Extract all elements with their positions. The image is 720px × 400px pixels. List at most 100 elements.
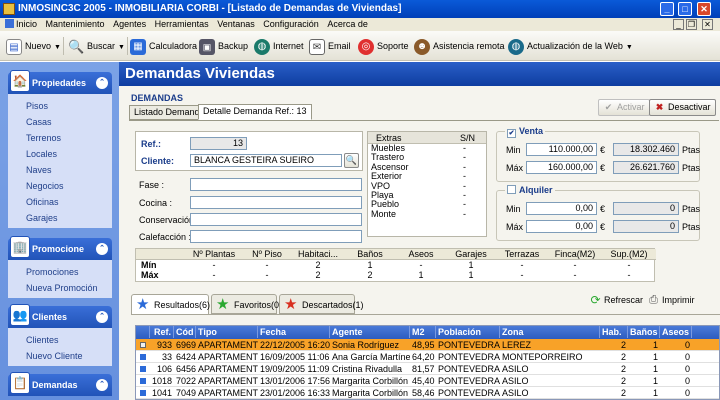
table-row[interactable]: 10187022APARTAMENTO13/01/2006 17:56Marga…	[136, 375, 719, 387]
alquiler-min-field[interactable]: 0,00	[526, 202, 597, 215]
backup-button[interactable]: ▣ Backup	[199, 37, 248, 55]
actualizacion-web-button[interactable]: ◍ Actualización de la Web ▼	[508, 37, 633, 55]
panel-header-propiedades[interactable]: 🏠 Propiedades ⌃	[8, 70, 112, 94]
asistencia-remota-button[interactable]: ☻ Asistencia remota	[414, 37, 505, 55]
alquiler-checkbox[interactable]	[507, 185, 516, 194]
table-row[interactable]: 933 6969APARTAMENTO22/12/2005 16:20Sonia …	[136, 339, 719, 351]
menu-ventanas[interactable]: Ventanas	[214, 18, 258, 31]
sidebar-item-nueva-promocion[interactable]: Nueva Promoción	[26, 280, 112, 296]
tab-detalle-demanda[interactable]: Detalle Demanda Ref.: 13	[198, 104, 312, 120]
close-button[interactable]: ✕	[697, 2, 711, 16]
calculadora-button[interactable]: ▦ Calculadora	[130, 37, 197, 55]
collapse-icon[interactable]: ⌃	[96, 379, 108, 391]
sidebar-item-locales[interactable]: Locales	[26, 146, 112, 162]
soporte-button[interactable]: ◎ Soporte	[358, 37, 409, 55]
menu-herramientas[interactable]: Herramientas	[152, 18, 212, 31]
fase-field[interactable]	[190, 178, 362, 191]
table-cell: 1	[652, 376, 658, 386]
sidebar-item-garajes[interactable]: Garajes	[26, 210, 112, 226]
menu-inicio[interactable]: Inicio	[2, 18, 40, 31]
ref-label: Ref.:	[141, 139, 161, 149]
sidebar-item-nuevo-cliente[interactable]: Nuevo Cliente	[26, 348, 112, 364]
col-fecha[interactable]: Fecha	[258, 326, 330, 338]
mdi-restore-button[interactable]: ❐	[686, 19, 697, 30]
collapse-icon[interactable]: ⌃	[96, 311, 108, 323]
alquiler-max-label: Máx	[506, 222, 524, 232]
window-title: INMOSINC3C 2005 - INMOBILIARIA CORBI - […	[18, 3, 402, 14]
buscar-button[interactable]: 🔍 Buscar ▼	[68, 37, 125, 55]
alquiler-max-field[interactable]: 0,00	[526, 220, 597, 233]
results-divider	[131, 314, 720, 315]
sidebar-item-naves[interactable]: Naves	[26, 162, 112, 178]
lifebuoy-icon: ◎	[358, 38, 374, 55]
euro-label: €	[600, 163, 606, 173]
cliente-field[interactable]: BLANCA GESTEIRA SUEIRO	[190, 154, 342, 167]
imprimir-button[interactable]: ⎙ Imprimir	[643, 291, 700, 309]
tab-descartados[interactable]: ★ Descartados(1)	[279, 294, 364, 314]
panel-header-promocione[interactable]: 🏢 Promocione ⌃	[8, 236, 112, 260]
list-item[interactable]: Monte -	[368, 209, 486, 219]
minimize-button[interactable]: _	[660, 2, 674, 16]
tab-resultados[interactable]: ★ Resultados(6)	[131, 294, 210, 315]
col-extra[interactable]	[692, 326, 719, 338]
sidebar-item-terrenos[interactable]: Terrenos	[26, 130, 112, 146]
alquiler-title[interactable]: Alquiler	[505, 185, 555, 195]
venta-title[interactable]: ✔ Venta	[505, 126, 546, 138]
collapse-icon[interactable]: ⌃	[96, 77, 108, 89]
chevron-down-icon[interactable]: ▼	[118, 44, 125, 51]
venta-max-field[interactable]: 160.000,00	[526, 161, 597, 174]
col-aseos[interactable]: Aseos	[660, 326, 692, 338]
refrescar-button[interactable]: ⟳ Refrescar	[585, 291, 648, 309]
maximize-button[interactable]: □	[678, 2, 692, 16]
calefaccion-field[interactable]	[190, 230, 362, 243]
ptas-label: Ptas	[682, 145, 701, 155]
col-poblacion[interactable]: Población	[436, 326, 500, 338]
search-client-button[interactable]: 🔍	[344, 153, 359, 168]
sidebar-item-oficinas[interactable]: Oficinas	[26, 194, 112, 210]
table-cell: Margarita Corbillón	[332, 376, 409, 386]
col-agente[interactable]: Agente	[330, 326, 410, 338]
chevron-down-icon[interactable]: ▼	[54, 44, 61, 51]
col-hab[interactable]: Hab.	[600, 326, 628, 338]
panel-header-clientes[interactable]: 👥 Clientes ⌃	[8, 304, 112, 328]
table-cell: ASILO	[502, 388, 529, 398]
col-ref[interactable]: Ref.	[150, 326, 174, 338]
venta-checkbox[interactable]: ✔	[507, 129, 516, 138]
email-button[interactable]: ✉ Email	[309, 37, 351, 55]
sidebar-item-casas[interactable]: Casas	[26, 114, 112, 130]
col-m2[interactable]: M2	[410, 326, 436, 338]
col-zona[interactable]: Zona	[500, 326, 600, 338]
col-cod[interactable]: Cód	[174, 326, 196, 338]
collapse-icon[interactable]: ⌃	[96, 243, 108, 255]
menu-agentes[interactable]: Agentes	[110, 18, 149, 31]
ptas-label: Ptas	[682, 204, 701, 214]
conservacion-field[interactable]	[190, 213, 362, 226]
sidebar-item-clientes[interactable]: Clientes	[26, 332, 112, 348]
menu-acerca-de[interactable]: Acerca de	[324, 18, 371, 31]
table-row[interactable]: 33 6424APARTAMENTO16/09/2005 11:06Ana Gar…	[136, 351, 719, 363]
internet-button[interactable]: ◍ Internet	[254, 37, 304, 55]
table-row[interactable]: 106 6456APARTAMENTO19/09/2005 11:09Cristi…	[136, 363, 719, 375]
nuevo-button[interactable]: ▤ Nuevo ▼	[6, 37, 61, 55]
desactivar-button[interactable]: ✖ Desactivar	[649, 99, 716, 116]
menu-mantenimiento[interactable]: Mantenimiento	[43, 18, 108, 31]
col-tipo[interactable]: Tipo	[196, 326, 258, 338]
chevron-down-icon[interactable]: ▼	[626, 44, 633, 51]
sidebar-item-pisos[interactable]: Pisos	[26, 98, 112, 114]
tab-favoritos[interactable]: ★ Favoritos(0)	[211, 294, 282, 314]
mdi-minimize-button[interactable]: _	[673, 19, 684, 30]
mdi-close-button[interactable]: ✕	[702, 19, 713, 30]
panel-header-demandas[interactable]: 📋 Demandas ⌃	[8, 372, 112, 396]
sidebar-item-negocios[interactable]: Negocios	[26, 178, 112, 194]
table-cell: APARTAMENTO	[198, 388, 258, 398]
menu-configuracion[interactable]: Configuración	[260, 18, 322, 31]
venta-min-field[interactable]: 110.000,00	[526, 143, 597, 156]
table-cell: 1018	[152, 376, 173, 386]
sidebar: 🏠 Propiedades ⌃ Pisos Casas Terrenos Local…	[0, 62, 119, 400]
cocina-field[interactable]	[190, 196, 362, 209]
table-cell: PONTEVEDRA	[438, 376, 500, 386]
table-row[interactable]: 10417049APARTAMENTO23/01/2006 16:33Marga…	[136, 387, 719, 399]
col-banos[interactable]: Baños	[628, 326, 660, 338]
activar-button[interactable]: ✔ Activar	[598, 99, 650, 116]
sidebar-item-promociones[interactable]: Promociones	[26, 264, 112, 280]
